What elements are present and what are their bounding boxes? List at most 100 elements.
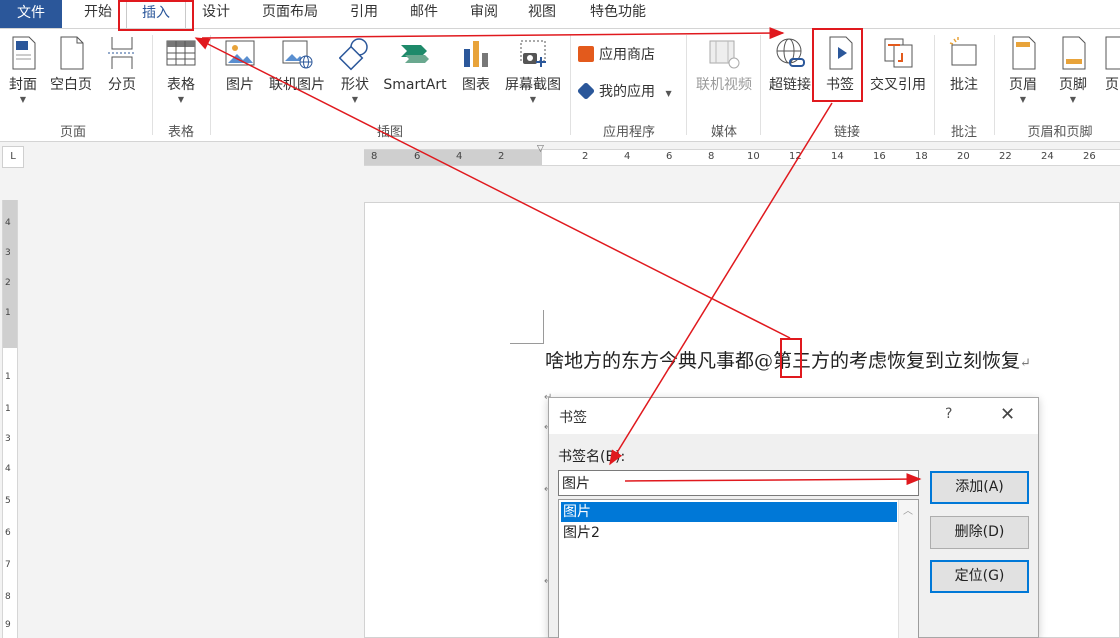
footer-button[interactable]: 页脚 ▼ xyxy=(1050,29,1096,117)
page-break-label: 分页 xyxy=(108,77,136,93)
list-item[interactable]: 图片2 xyxy=(561,523,897,543)
ruler-tick-label: 5 xyxy=(5,496,11,506)
header-button[interactable]: 页眉 ▼ xyxy=(1000,29,1046,117)
page-break-button[interactable]: 分页 xyxy=(98,29,146,117)
smartart-button[interactable]: SmartArt xyxy=(378,29,452,117)
group-separator xyxy=(994,35,995,135)
ruler-tick-label: 2 xyxy=(582,151,589,162)
ruler-tick-label: 14 xyxy=(831,151,844,162)
group-label-comments: 批注 xyxy=(950,125,977,140)
ruler-left-margin xyxy=(364,150,542,165)
screenshot-button[interactable]: 屏幕截图 ▼ xyxy=(500,29,566,117)
bookmark-name-input[interactable] xyxy=(558,470,919,496)
list-scrollbar[interactable]: ︿ xyxy=(898,500,918,638)
hyperlink-button[interactable]: 超链接 xyxy=(764,29,816,117)
group-separator xyxy=(152,35,153,135)
goto-bookmark-button[interactable]: 定位(G) xyxy=(930,560,1029,593)
tab-selector[interactable]: L xyxy=(2,146,24,168)
bookmark-button[interactable]: 书签 xyxy=(816,29,864,117)
ruler-tick-label: 6 xyxy=(414,151,421,162)
chevron-down-icon: ▼ xyxy=(351,95,359,104)
ruler-tick-label: 4 xyxy=(456,151,463,162)
group-separator xyxy=(210,35,211,135)
ruler-tick-label: 9 xyxy=(5,620,11,630)
group-label-apps: 应用程序 xyxy=(602,125,655,140)
cross-reference-icon xyxy=(884,38,913,68)
cover-page-button[interactable]: 封面 ▼ xyxy=(0,29,46,117)
ruler-tick-label: 26 xyxy=(1083,151,1096,162)
screenshot-label: 屏幕截图 xyxy=(505,77,561,93)
footer-icon xyxy=(1062,36,1086,70)
hyperlink-label: 超链接 xyxy=(769,77,811,93)
delete-bookmark-button[interactable]: 删除(D) xyxy=(930,516,1029,549)
ruler-tick-label: 2 xyxy=(5,278,11,288)
picture-button[interactable]: 图片 xyxy=(218,29,262,117)
chevron-down-icon: ▼ xyxy=(1019,95,1027,104)
ruler-tick-label: 12 xyxy=(789,151,802,162)
cover-page-label: 封面 xyxy=(9,77,37,93)
bookmark-label: 书签 xyxy=(826,77,854,93)
tab-view[interactable]: 视图 xyxy=(516,0,568,28)
tab-page-layout[interactable]: 页面布局 xyxy=(250,0,330,28)
close-icon[interactable]: ✕ xyxy=(1000,404,1015,425)
comment-icon xyxy=(949,37,977,66)
my-apps-label: 我的应用 xyxy=(599,84,655,100)
cross-reference-button[interactable]: 交叉引用 xyxy=(866,29,930,117)
page-break-icon xyxy=(108,37,136,69)
vertical-ruler[interactable]: 4 3 2 1 1 1 3 4 5 6 7 8 9 xyxy=(2,200,18,638)
app-store-label: 应用商店 xyxy=(599,47,655,63)
blank-page-label: 空白页 xyxy=(50,77,92,93)
horizontal-ruler[interactable]: 8 6 4 2 ▽ 2 4 6 8 10 12 14 16 18 20 22 2… xyxy=(364,144,1120,166)
my-apps-icon xyxy=(576,81,596,101)
tab-file[interactable]: 文件 xyxy=(0,0,62,28)
ruler-tick-label: 4 xyxy=(5,218,11,228)
header-icon xyxy=(1012,36,1036,70)
tab-review[interactable]: 审阅 xyxy=(458,0,510,28)
chevron-down-icon: ▼ xyxy=(529,95,537,104)
cover-page-icon xyxy=(12,36,36,70)
paragraph-mark: ↵ xyxy=(1020,356,1031,371)
indent-marker-icon[interactable]: ▽ xyxy=(537,144,544,154)
dialog-title: 书签 xyxy=(559,410,587,426)
tab-mailings[interactable]: 邮件 xyxy=(398,0,450,28)
ruler-tick-label: 18 xyxy=(915,151,928,162)
group-label-tables: 表格 xyxy=(167,125,194,140)
online-picture-button[interactable]: 联机图片 xyxy=(264,29,330,117)
paragraph-text-after: 第三方的考虑恢复到立刻恢复 xyxy=(773,350,1021,372)
group-separator xyxy=(934,35,935,135)
online-picture-icon xyxy=(282,40,313,69)
picture-label: 图片 xyxy=(226,77,254,93)
chart-label: 图表 xyxy=(462,77,490,93)
list-item[interactable]: 图片 xyxy=(561,502,897,522)
ruler-tick-label: 4 xyxy=(624,151,631,162)
document-paragraph[interactable]: 啥地方的东方今典凡事都@第三方的考虑恢复到立刻恢复↵ xyxy=(545,348,1031,377)
dialog-titlebar[interactable]: 书签 ? ✕ xyxy=(549,398,1038,434)
my-apps-button[interactable]: 我的应用 ▼ xyxy=(576,81,672,103)
new-comment-button[interactable]: 批注 xyxy=(940,29,988,117)
margin-corner-mark xyxy=(510,310,544,344)
app-store-button[interactable]: 应用商店 xyxy=(578,44,655,66)
online-video-button[interactable]: 联机视频 xyxy=(690,29,758,117)
bookmark-list[interactable]: 图片 图片2 ︿ xyxy=(558,499,919,638)
bookmark-dialog: 书签 ? ✕ 书签名(B): 图片 图片2 ︿ 添加(A) 删除(D) 定位(G… xyxy=(548,397,1039,638)
add-bookmark-button[interactable]: 添加(A) xyxy=(930,471,1029,504)
help-icon[interactable]: ? xyxy=(945,406,952,422)
smartart-label: SmartArt xyxy=(383,77,447,93)
tab-home[interactable]: 开始 xyxy=(70,0,126,28)
chart-button[interactable]: 图表 xyxy=(456,29,496,117)
page-number-icon xyxy=(1105,36,1120,70)
tab-references[interactable]: 引用 xyxy=(338,0,390,28)
tab-design[interactable]: 设计 xyxy=(192,0,240,28)
blank-page-button[interactable]: 空白页 xyxy=(46,29,96,117)
ruler-tick-label: 6 xyxy=(666,151,673,162)
footer-label: 页脚 xyxy=(1059,77,1087,93)
online-video-label: 联机视频 xyxy=(696,77,752,93)
chart-icon xyxy=(464,41,488,67)
page-number-button[interactable]: 页 xyxy=(1100,29,1120,117)
shapes-button[interactable]: 形状 ▼ xyxy=(334,29,376,117)
scroll-up-icon[interactable]: ︿ xyxy=(903,502,913,517)
tab-insert[interactable]: 插入 xyxy=(126,0,186,28)
chevron-down-icon: ▼ xyxy=(665,89,672,98)
tab-special-features[interactable]: 特色功能 xyxy=(578,0,658,28)
table-button[interactable]: 表格 ▼ xyxy=(156,29,206,117)
